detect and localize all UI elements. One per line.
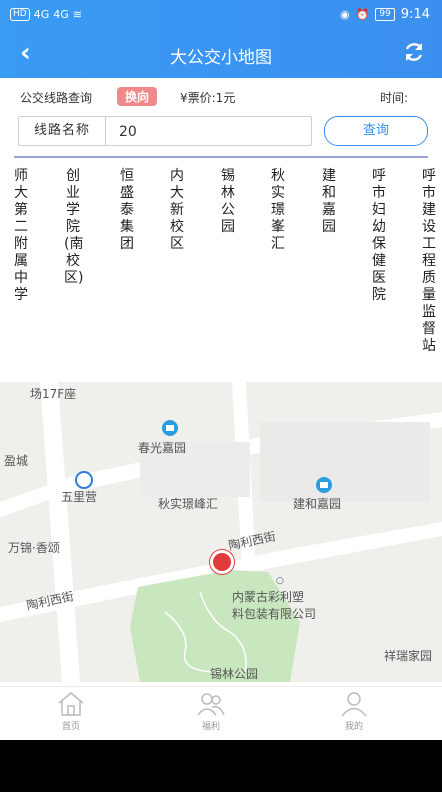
home-icon (58, 692, 84, 716)
map-view[interactable]: 场17F座 盈城 春光嘉园 五里营 秋实璟峰汇 建和嘉园 万锦·香颂 陶利西街 … (0, 382, 442, 682)
bottom-tab-bar: 首页 福利 我的 (0, 686, 442, 741)
stop-item[interactable]: 内大新校区 (168, 168, 186, 253)
hd-badge: HD (10, 8, 30, 21)
map-label: 内蒙古彩利塑 (232, 590, 305, 604)
user-icon (341, 692, 367, 717)
map-label: 万锦·香颂 (8, 541, 60, 555)
stop-item[interactable]: 恒盛泰集团 (118, 168, 136, 253)
map-label: 锡林公园 (210, 667, 259, 681)
users-icon (197, 693, 225, 716)
battery-icon: 99 (375, 8, 395, 21)
tab-home[interactable]: 首页 (31, 691, 111, 732)
system-nav-bar (0, 740, 442, 792)
map-label: 祥瑞家园 (384, 649, 433, 663)
building-icon[interactable] (316, 477, 332, 493)
stop-item[interactable]: 秋实璟峯汇 (269, 168, 287, 253)
stop-item[interactable]: 呼市妇幼保健医院 (370, 168, 388, 304)
app-bar: ‹ 大公交小地图 (0, 30, 442, 78)
stop-item[interactable]: 师大第二附属中学 (12, 168, 30, 304)
eye-icon: ◉ (340, 8, 350, 21)
query-label: 公交线路查询 (20, 91, 93, 105)
map-dot: ○ (276, 576, 284, 586)
divider (14, 156, 428, 158)
wifi-icon: ≋ (72, 8, 82, 21)
tab-mine[interactable]: 我的 (314, 691, 394, 732)
building-icon[interactable] (162, 420, 178, 436)
line-name-input[interactable] (117, 121, 301, 143)
tab-label: 我的 (344, 722, 363, 732)
page-title: 大公交小地图 (170, 48, 272, 68)
time-label: 时间: (379, 91, 408, 105)
line-field-label: 线路名称 (19, 117, 106, 145)
map-label: 场17F座 (30, 387, 77, 401)
map-label: 料包装有限公司 (232, 607, 317, 621)
stop-list: 师大第二附属中学 创业学院(南校区) 恒盛泰集团 内大新校区 锡林公园 秋实璟峯… (8, 168, 440, 358)
map-label: 春光嘉园 (138, 441, 187, 455)
stop-item[interactable]: 呼市建设工程质量监督站 (420, 168, 438, 355)
clock: 9:14 (400, 7, 430, 22)
fare-text: ¥票价:1元 (180, 91, 236, 105)
map-label: 建和嘉园 (293, 497, 342, 511)
status-bar: HD 4G 4G ≋ ◉ ⏰ 99 9:14 (0, 0, 442, 30)
tab-welfare[interactable]: 福利 (171, 691, 251, 732)
swap-direction-button[interactable]: 换向 (117, 87, 158, 106)
refresh-icon (405, 43, 423, 61)
tab-label: 首页 (61, 722, 80, 732)
signal-icon-2: 4G (53, 8, 69, 21)
tab-label: 福利 (201, 722, 220, 732)
stop-item[interactable]: 锡林公园 (219, 168, 237, 236)
signal-icon-1: 4G (33, 8, 50, 21)
stop-item[interactable]: 创业学院(南校区) (64, 168, 83, 287)
map-label: 盈城 (4, 454, 29, 468)
refresh-button[interactable] (402, 40, 426, 64)
map-label: 秋实璟峰汇 (158, 497, 219, 511)
search-button[interactable]: 查询 (324, 116, 428, 146)
location-pin-icon[interactable] (210, 550, 234, 574)
alarm-icon: ⏰ (355, 8, 370, 21)
map-label: 五里营 (61, 490, 98, 504)
query-row: 公交线路查询 换向 ¥票价:1元 时间: (20, 86, 430, 108)
metro-icon[interactable] (75, 471, 93, 489)
line-input-group: 线路名称 (18, 116, 312, 146)
map-roads (0, 382, 442, 682)
stop-item[interactable]: 建和嘉园 (320, 168, 338, 236)
